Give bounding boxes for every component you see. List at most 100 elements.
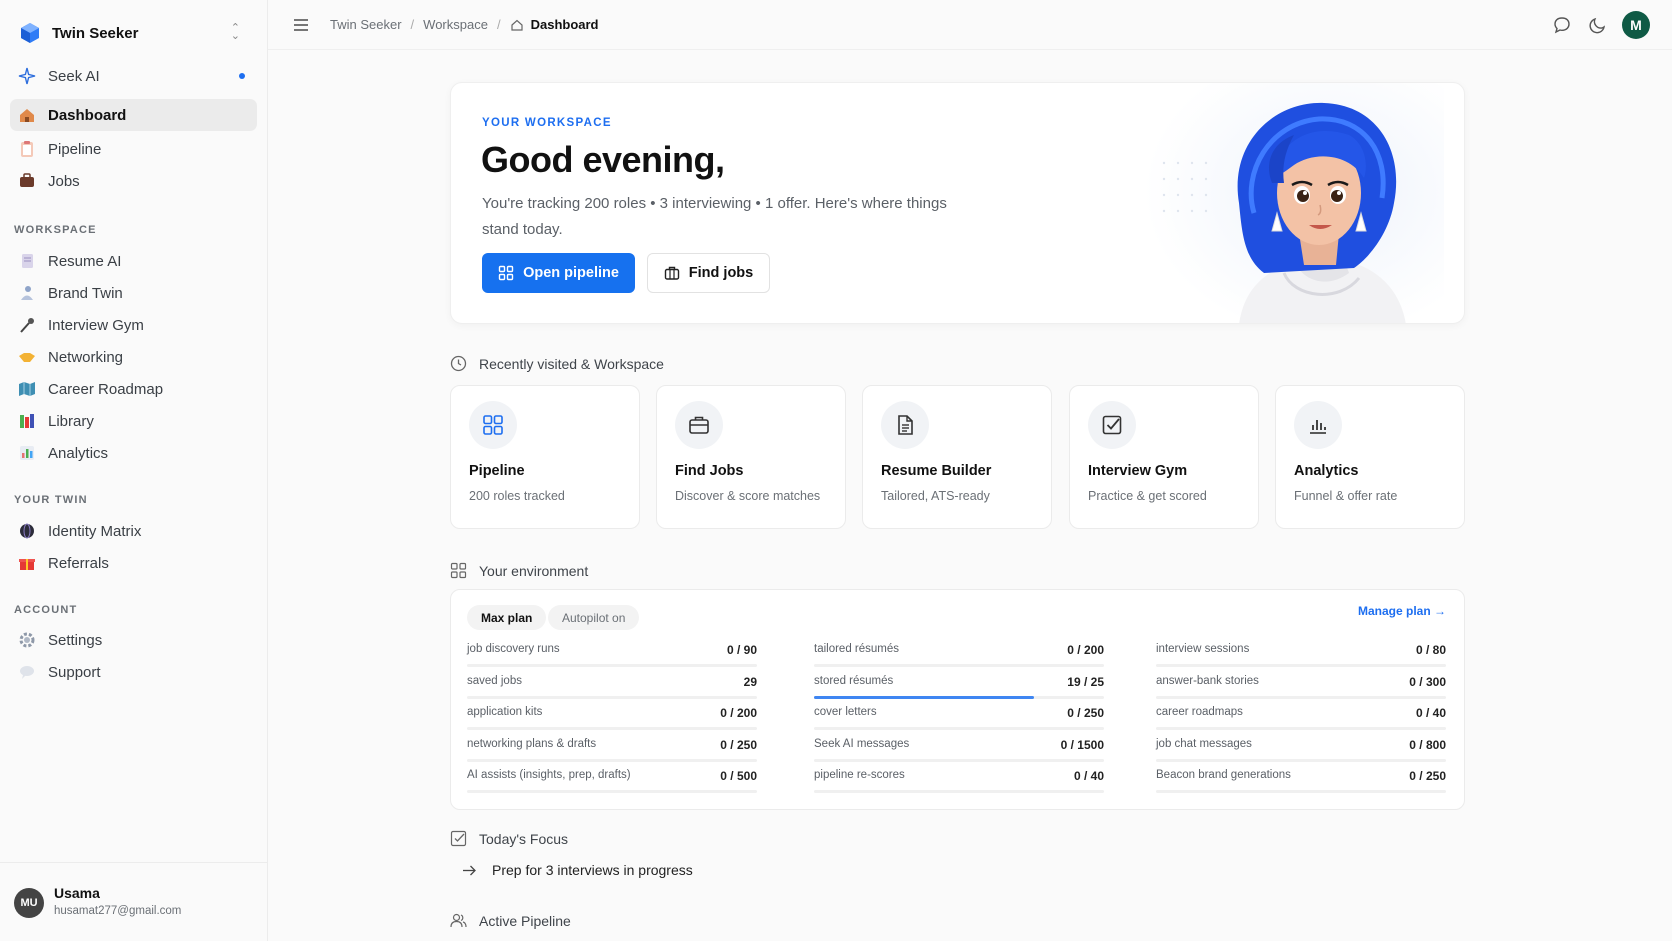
clock-icon (450, 355, 467, 372)
section-title: Today's Focus (479, 830, 569, 847)
breadcrumb-current: Dashboard (510, 17, 599, 32)
card-title: Find Jobs (675, 463, 744, 479)
card-find-jobs[interactable]: Find Jobs Discover & score matches (656, 385, 846, 529)
usage-label: pipeline re-scores (814, 769, 905, 781)
usage-row: saved jobs 29 (467, 675, 757, 701)
sidebar-item-networking[interactable]: Networking (10, 341, 257, 373)
cube-logo-icon (21, 23, 39, 43)
breadcrumb-item[interactable]: Twin Seeker (330, 17, 402, 32)
sidebar-item-library[interactable]: Library (10, 405, 257, 437)
sidebar-item-career-roadmap[interactable]: Career Roadmap (10, 373, 257, 405)
sidebar-item-label: Settings (48, 631, 103, 649)
sidebar-item-label: Seek AI (48, 67, 100, 85)
books-icon (18, 412, 36, 430)
bar-chart-icon (1294, 401, 1342, 449)
usage-progress-track (1156, 790, 1446, 793)
sparkle-icon (18, 67, 36, 85)
usage-progress-track (1156, 758, 1446, 762)
usage-value: 0 / 90 (726, 643, 757, 657)
usage-value: 0 / 1500 (1060, 737, 1104, 752)
card-resume-builder[interactable]: Resume Builder Tailored, ATS-ready (862, 385, 1052, 529)
usage-label: answer-bank stories (1156, 674, 1259, 687)
sidebar-item-referrals[interactable]: Referrals (10, 547, 257, 579)
usage-progress-track (814, 695, 1104, 699)
autopilot-chip[interactable]: Autopilot on (548, 605, 640, 630)
chat-icon[interactable] (1552, 15, 1572, 35)
card-title: Pipeline (469, 463, 525, 479)
card-title: Analytics (1294, 463, 1359, 479)
find-jobs-button[interactable]: Find jobs (647, 253, 770, 293)
workspace-switcher[interactable]: Twin Seeker ⌃ ⌄ (18, 20, 258, 46)
card-title: Interview Gym (1088, 463, 1188, 479)
document-icon (881, 401, 929, 449)
manage-plan-link[interactable]: Manage plan → (1358, 604, 1446, 618)
usage-value: 0 / 80 (1415, 643, 1446, 657)
person-icon (18, 284, 36, 302)
chevron-up-down-icon: ⌃ ⌄ (230, 22, 240, 42)
usage-value: 29 (743, 674, 757, 689)
moon-icon[interactable] (1588, 15, 1608, 35)
usage-label: job discovery runs (467, 643, 560, 655)
checkbox-icon (450, 830, 467, 847)
sidebar-item-analytics[interactable]: Analytics (10, 437, 257, 469)
app-name: Twin Seeker (52, 24, 139, 42)
usage-row: networking plans & drafts 0 / 250 (467, 738, 757, 764)
microphone-icon (18, 316, 36, 334)
user-email: husamat277@gmail.com (54, 905, 182, 917)
usage-value: 0 / 40 (1073, 769, 1104, 783)
button-label: Find jobs (688, 265, 754, 281)
usage-label: saved jobs (467, 674, 522, 687)
usage-value: 0 / 300 (1409, 674, 1446, 689)
breadcrumb-item[interactable]: Workspace (423, 17, 488, 32)
sidebar-item-dashboard[interactable]: Dashboard (10, 99, 257, 131)
section-title: Active Pipeline (479, 912, 571, 929)
avatar-illustration (1144, 83, 1444, 323)
usage-progress-track (467, 790, 757, 793)
sidebar-item-support[interactable]: Support (10, 656, 257, 688)
usage-progress-track (814, 727, 1104, 730)
usage-label: tailored résumés (814, 643, 900, 655)
sidebar-item-brand-twin[interactable]: Brand Twin (10, 277, 257, 309)
unread-dot (239, 73, 245, 79)
usage-progress-track (467, 695, 757, 699)
briefcase-icon (675, 401, 723, 449)
focus-item[interactable]: Prep for 3 interviews in progress (462, 862, 693, 878)
sidebar-item-resume-ai[interactable]: Resume AI (10, 245, 257, 277)
usage-value: 0 / 500 (720, 769, 757, 783)
sidebar-item-label: Networking (48, 348, 124, 366)
usage-progress-track (1156, 727, 1446, 730)
usage-progress-track (467, 758, 757, 762)
sidebar-item-settings[interactable]: Settings (10, 624, 257, 656)
sidebar-item-jobs[interactable]: Jobs (10, 165, 257, 197)
sidebar-item-identity-matrix[interactable]: Identity Matrix (10, 515, 257, 547)
usage-progress-track (1156, 695, 1446, 699)
usage-row: career roadmaps 0 / 40 (1156, 706, 1446, 732)
sidebar-item-seek-ai[interactable]: Seek AI (10, 60, 257, 92)
handshake-icon (18, 348, 36, 366)
briefcase-icon (664, 266, 679, 280)
user-profile[interactable]: MU Usama husamat277@gmail.com (0, 862, 268, 941)
open-pipeline-button[interactable]: Open pipeline (482, 253, 635, 293)
card-subtitle: 200 roles tracked (469, 489, 565, 503)
usage-progress-track (467, 727, 757, 730)
usage-value: 19 / 25 (1067, 674, 1104, 689)
hero-subtitle: You're tracking 200 roles • 3 interviewi… (482, 195, 947, 238)
grid-icon (498, 265, 514, 281)
user-avatar[interactable]: M (1622, 11, 1650, 39)
usage-label: Beacon brand generations (1156, 769, 1291, 781)
card-subtitle: Tailored, ATS-ready (881, 489, 990, 503)
card-analytics[interactable]: Analytics Funnel & offer rate (1275, 385, 1465, 529)
card-pipeline[interactable]: Pipeline 200 roles tracked (450, 385, 640, 529)
breadcrumb-label: Dashboard (530, 17, 599, 32)
section-label-workspace: WORKSPACE (14, 224, 97, 236)
sidebar-item-pipeline[interactable]: Pipeline (10, 133, 257, 165)
hamburger-menu-icon[interactable] (292, 16, 310, 34)
house-icon (18, 106, 36, 124)
usage-value: 0 / 800 (1409, 737, 1446, 752)
user-name: Usama (54, 885, 100, 901)
card-interview-gym[interactable]: Interview Gym Practice & get scored (1069, 385, 1259, 529)
checkbox-icon (1088, 401, 1136, 449)
section-label-your-twin: YOUR TWIN (14, 494, 88, 506)
plan-chip[interactable]: Max plan (467, 605, 547, 630)
sidebar-item-interview-gym[interactable]: Interview Gym (10, 309, 257, 341)
